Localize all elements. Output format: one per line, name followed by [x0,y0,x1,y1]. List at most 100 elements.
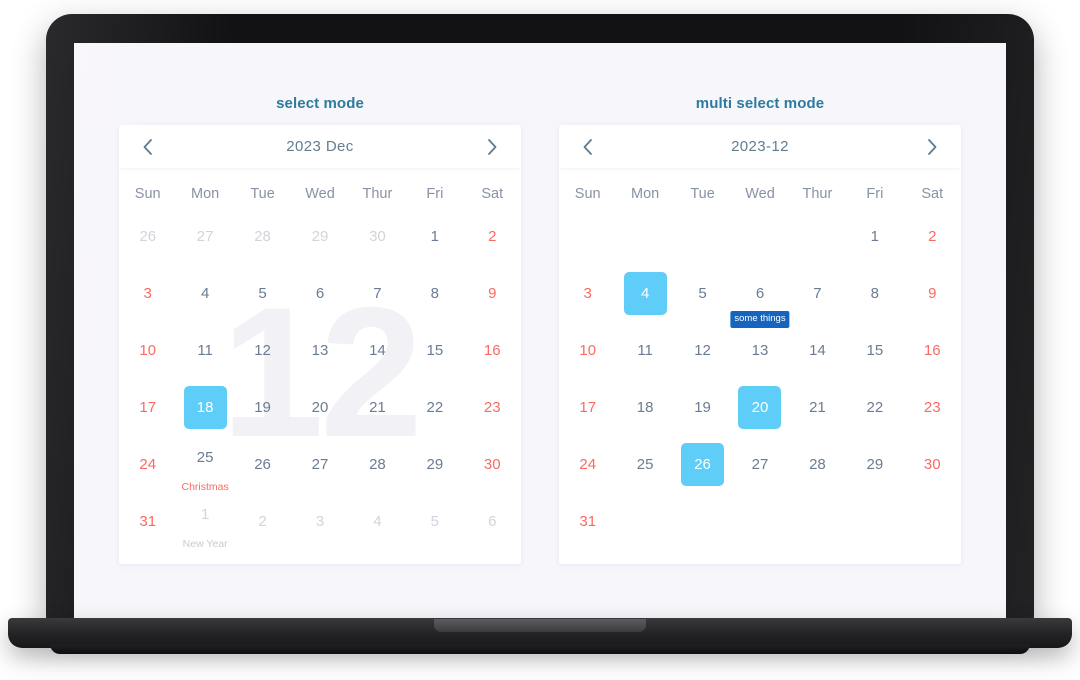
day-cell[interactable]: 10 [559,322,616,379]
day-cell[interactable]: 7 [789,265,846,322]
day-cell[interactable]: 17 [119,379,176,436]
day-cell[interactable]: 12 [234,322,291,379]
day-cell[interactable]: 4 [616,265,673,322]
day-cell[interactable]: 5 [406,493,463,551]
day-cell[interactable]: 18 [616,379,673,436]
day-cell[interactable]: 23 [464,379,521,436]
day-inner[interactable]: 29 [298,215,341,258]
day-cell[interactable]: 19 [674,379,731,436]
day-inner[interactable]: 4 [356,500,399,543]
day-inner[interactable]: 29 [853,443,896,486]
day-inner[interactable]: 21 [356,386,399,429]
day-inner[interactable]: 2 [471,215,514,258]
day-inner[interactable]: 18 [624,386,667,429]
day-inner[interactable]: 8 [853,272,896,315]
day-inner[interactable]: 4 [623,272,667,315]
day-inner[interactable]: 19 [681,386,724,429]
day-cell[interactable]: 11 [616,322,673,379]
day-cell[interactable]: 30 [904,436,961,493]
day-inner[interactable]: 10 [126,329,169,372]
day-cell[interactable]: 4 [176,265,233,322]
day-cell[interactable]: some things 13 [730,311,790,379]
day-cell[interactable]: 16 [464,322,521,379]
day-cell[interactable]: 16 [904,322,961,379]
day-inner[interactable]: 15 [413,329,456,372]
day-cell[interactable]: 29 [406,436,463,494]
day-inner[interactable]: 3 [298,500,341,543]
day-inner[interactable]: 3 [566,272,609,315]
day-cell[interactable]: 15 [406,322,463,379]
day-inner[interactable]: 6 [298,272,341,315]
day-cell[interactable]: 24 [119,436,176,494]
day-cell[interactable]: 12 [674,322,731,379]
day-cell[interactable]: 1 [846,208,903,265]
day-inner[interactable]: 21 [796,386,839,429]
day-inner[interactable]: 24 [566,443,609,486]
day-inner[interactable]: 30 [911,443,954,486]
day-inner[interactable]: 31 [126,500,169,543]
day-cell[interactable]: 8 [846,265,903,322]
day-inner[interactable]: 31 [566,500,609,543]
day-inner[interactable]: 29 [413,443,456,486]
day-inner[interactable]: 26 [126,215,169,258]
chevron-left-icon[interactable] [135,134,161,160]
day-inner[interactable]: 11 [184,329,227,372]
day-cell[interactable]: 2 [904,208,961,265]
day-inner[interactable]: 11 [624,329,667,372]
day-inner[interactable]: 8 [413,272,456,315]
day-cell[interactable]: 26 [674,436,731,493]
day-inner[interactable]: 25 [184,436,227,479]
day-cell[interactable]: 14 [789,322,846,379]
day-cell[interactable]: 31 [119,493,176,551]
day-inner[interactable]: 6 [471,500,514,543]
day-inner[interactable]: 28 [796,443,839,486]
day-cell[interactable]: 20 [731,379,788,436]
day-cell[interactable]: 2 [464,208,521,265]
day-cell[interactable]: 1 [406,208,463,265]
day-cell[interactable]: 24 [559,436,616,493]
day-inner[interactable]: 14 [796,329,839,372]
day-cell[interactable]: 3 [119,265,176,322]
day-inner[interactable]: 17 [126,386,169,429]
day-cell[interactable]: 25 Christmas [176,436,233,494]
day-inner[interactable]: 12 [681,329,724,372]
day-cell[interactable]: 13 [291,322,348,379]
day-cell[interactable]: 10 [119,322,176,379]
day-inner[interactable]: 12 [241,329,284,372]
day-inner[interactable]: 1 [413,215,456,258]
day-inner[interactable]: 2 [911,215,954,258]
day-inner[interactable]: 4 [184,272,227,315]
day-inner[interactable]: 27 [184,215,227,258]
day-cell[interactable]: 26 [119,208,176,265]
day-inner[interactable]: 16 [471,329,514,372]
day-cell[interactable]: 26 [234,436,291,494]
day-cell[interactable]: 11 [176,322,233,379]
day-cell[interactable]: 22 [846,379,903,436]
day-inner[interactable]: 17 [566,386,609,429]
day-cell[interactable]: 18 [176,379,233,436]
chevron-right-icon[interactable] [479,134,505,160]
chevron-left-icon[interactable] [575,134,601,160]
day-cell[interactable]: 5 [674,265,731,322]
day-cell[interactable]: 22 [406,379,463,436]
day-cell[interactable]: 30 [464,436,521,494]
day-cell[interactable]: 28 [349,436,406,494]
day-cell[interactable]: 6 [464,493,521,551]
day-inner[interactable]: 20 [738,386,782,429]
day-inner[interactable]: 3 [126,272,169,315]
day-cell[interactable]: 8 [406,265,463,322]
day-inner[interactable]: 26 [681,443,725,486]
day-inner[interactable]: 30 [356,215,399,258]
day-inner[interactable]: 30 [471,443,514,486]
day-cell[interactable]: 4 [349,493,406,551]
day-inner[interactable]: 19 [241,386,284,429]
day-inner[interactable]: 6 [738,272,781,315]
day-inner[interactable]: 28 [241,215,284,258]
day-cell[interactable]: 15 [846,322,903,379]
day-cell[interactable]: 7 [349,265,406,322]
day-cell[interactable]: 27 [176,208,233,265]
day-inner[interactable]: 1 [184,493,227,536]
day-cell[interactable]: 17 [559,379,616,436]
day-cell[interactable]: 21 [349,379,406,436]
day-inner[interactable]: 25 [624,443,667,486]
